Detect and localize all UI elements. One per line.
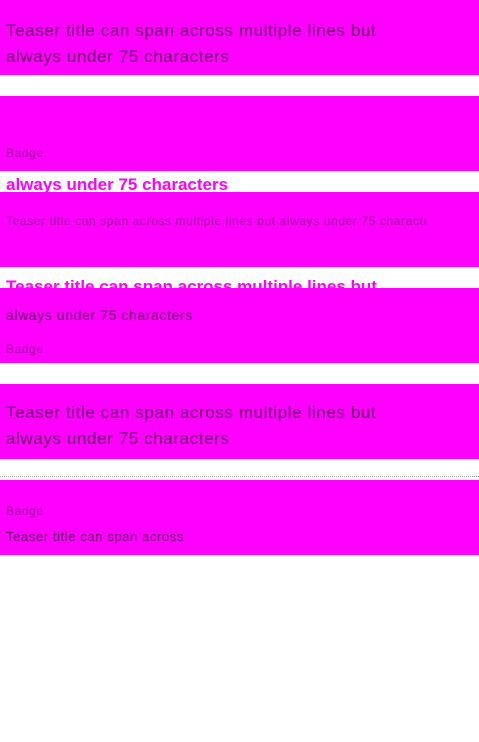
teaser-card[interactable]: Badge — [0, 96, 479, 171]
teaser-card[interactable]: Teaser title can span across multiple li… — [0, 384, 479, 459]
teaser-title-line: Teaser title can span across — [6, 529, 184, 544]
teaser-card[interactable]: Teaser title can span across multiple li… — [0, 0, 479, 75]
teaser-title-line: Teaser title can span across multiple li… — [6, 21, 377, 40]
teaser-title-line: Teaser title can span across multiple li… — [6, 214, 426, 228]
teaser-card[interactable]: Badge Teaser title can span across — [0, 480, 479, 555]
teaser-badge: Badge — [6, 504, 44, 518]
teaser-title-line: Teaser title can span across multiple li… — [6, 403, 377, 422]
teaser-badge: Badge — [6, 146, 44, 160]
teaser-list: Teaser title can span across multiple li… — [0, 0, 479, 742]
teaser-card[interactable]: Teaser title can span across multiple li… — [0, 192, 479, 267]
teaser-card[interactable]: always under 75 characters Badge — [0, 288, 479, 363]
divider — [0, 476, 479, 477]
teaser-title-line: always under 75 characters — [6, 429, 230, 448]
teaser-title-line: always under 75 characters — [6, 47, 230, 66]
teaser-title-line: always under 75 characters — [6, 307, 193, 323]
teaser-badge: Badge — [6, 342, 44, 356]
